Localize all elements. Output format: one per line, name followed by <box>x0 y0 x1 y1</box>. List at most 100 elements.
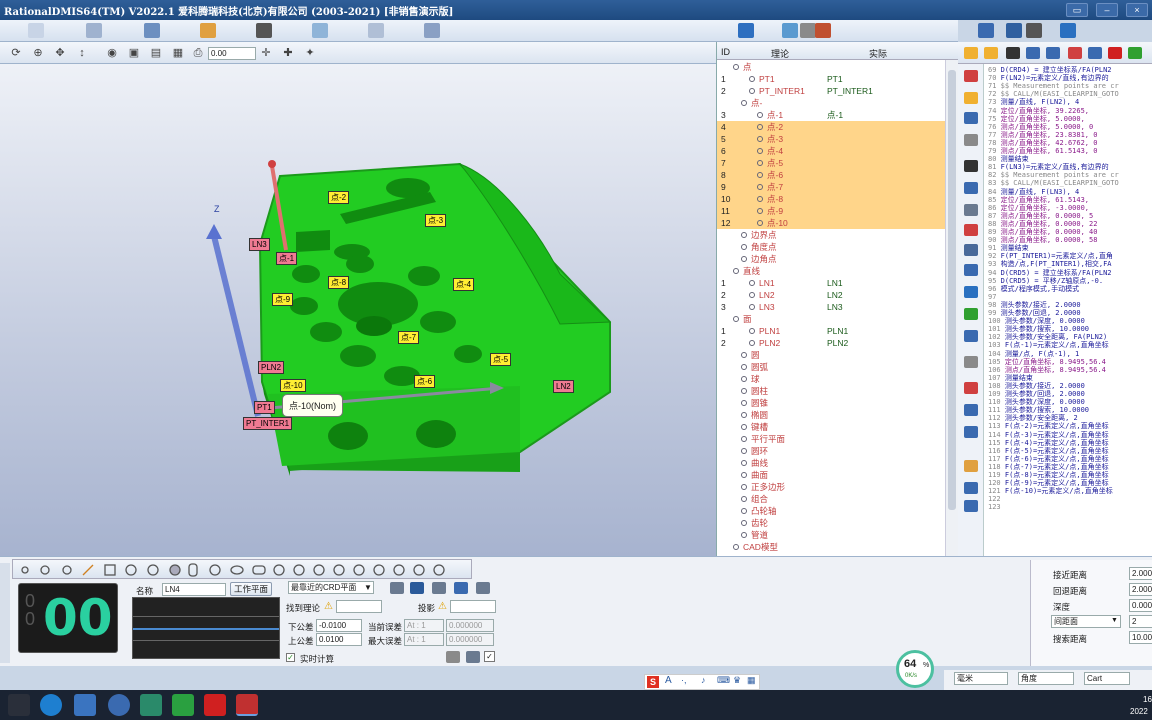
tree-row[interactable]: 8 点-6 <box>717 169 945 181</box>
code-line[interactable]: 91 测量结束 <box>988 244 1152 252</box>
tree-group-row[interactable]: 齿轮 <box>717 517 945 529</box>
coord-select[interactable]: Cart <box>1084 672 1130 685</box>
start-icon[interactable] <box>8 694 30 716</box>
save-icon[interactable] <box>1006 47 1020 59</box>
code-line[interactable]: 78 测点/直角坐标, 42.6762, 0 <box>988 139 1152 147</box>
code-line[interactable]: 100 测头参数/深度, 0.0000 <box>988 317 1152 325</box>
code-line[interactable]: 96 模式/程序模式,手动模式 <box>988 285 1152 293</box>
tree-row[interactable]: 4 点-2 <box>717 121 945 133</box>
point-label-pt1[interactable]: PT1 <box>254 401 275 414</box>
tree-group-row[interactable]: 边界点 <box>717 229 945 241</box>
code-line[interactable]: 90 测点/直角坐标, 0.0000, 58 <box>988 236 1152 244</box>
code-line[interactable]: 79 测点/直角坐标, 61.5143, 0 <box>988 147 1152 155</box>
sogou-icon[interactable]: S <box>647 676 659 688</box>
code-line[interactable]: 97 <box>988 293 1152 301</box>
confirm-checkbox[interactable]: ✓ <box>484 651 495 662</box>
measure-mode-icon[interactable] <box>410 582 424 594</box>
point-label-7[interactable]: 点-7 <box>398 331 420 344</box>
axis-icon[interactable]: ↕ <box>74 45 90 61</box>
line-label-ln3[interactable]: LN3 <box>249 238 270 251</box>
code-line[interactable]: 118 F(点-7)=元素定义/点,直角坐标 <box>988 463 1152 471</box>
angle-select[interactable]: 角度 <box>1018 672 1074 685</box>
print-icon[interactable]: ⎙ <box>190 45 206 61</box>
code-line[interactable]: 121 F(点-10)=元素定义/点,直角坐标 <box>988 487 1152 495</box>
code-line[interactable]: 71 $$ Measurement points are cr <box>988 82 1152 90</box>
code-line[interactable]: 75 定位/直角坐标, 5.0000, <box>988 115 1152 123</box>
browser-icon[interactable] <box>40 694 62 716</box>
code-line[interactable]: 106 测点/直角坐标, 8.9495,56.4 <box>988 366 1152 374</box>
funnel-icon[interactable] <box>800 23 816 38</box>
image-icon[interactable]: ▣ <box>126 45 142 61</box>
depth-input[interactable]: 0.000 <box>1129 599 1152 612</box>
code-line[interactable]: 102 测头参数/安全距离, FA(PLN2) <box>988 333 1152 341</box>
code-line[interactable]: 74 定位/直角坐标, 39.2265, <box>988 107 1152 115</box>
code-lines[interactable]: 69 D(CRD4) = 建立坐标系/FA(PLN2 70 F(LN2)=元素定义… <box>958 66 1152 536</box>
tree-row[interactable]: 12 点-10 <box>717 217 945 229</box>
code-line[interactable]: 88 测点/直角坐标, 0.0000, 22 <box>988 220 1152 228</box>
code-line[interactable]: 80 测量结束 <box>988 155 1152 163</box>
code-line[interactable]: 115 F(点-4)=元素定义/点,直角坐标 <box>988 439 1152 447</box>
tab-program-icon[interactable] <box>1006 23 1022 38</box>
settings-icon[interactable]: ✦ <box>302 45 318 61</box>
code-line[interactable]: 70 F(LN2)=元素定义/直线,有边界的 <box>988 74 1152 82</box>
code-line[interactable]: 104 测量/点, F(点-1), 1 <box>988 350 1152 358</box>
refresh-icon[interactable] <box>454 582 468 594</box>
calc-icon[interactable] <box>466 651 480 663</box>
folder-icon[interactable] <box>984 47 998 59</box>
zoom-icon[interactable]: ⊕ <box>30 45 46 61</box>
tree-group-row[interactable]: 圆弧 <box>717 361 945 373</box>
tree-group-row[interactable]: CAD模型 <box>717 541 945 553</box>
dmis-task-icon[interactable] <box>236 694 258 716</box>
move-icon[interactable]: ✛ <box>258 45 274 61</box>
unit-select[interactable]: 毫米 <box>954 672 1008 685</box>
tree-group-row[interactable]: 曲面 <box>717 469 945 481</box>
point-label-5[interactable]: 点-5 <box>490 353 512 366</box>
tree-group-row[interactable]: 球 <box>717 373 945 385</box>
snapshot-icon[interactable]: ▤ <box>148 45 164 61</box>
code-line[interactable]: 123 <box>988 503 1152 511</box>
tree-row[interactable]: 2 PT_INTER1 PT_INTER1 <box>717 85 945 97</box>
explorer-icon[interactable] <box>74 694 96 716</box>
app-k-icon[interactable] <box>108 694 130 716</box>
code-line[interactable]: 72 $$ CALL/M(EASI_CLEARPIN_GOTO <box>988 90 1152 98</box>
chevron-down-icon[interactable]: ▼ <box>1111 617 1118 624</box>
code-line[interactable]: 89 测点/直角坐标, 0.0000, 40 <box>988 228 1152 236</box>
keyboard-icon[interactable]: ⌨ <box>717 675 730 686</box>
point-label-6[interactable]: 点-6 <box>414 375 436 388</box>
view-icon[interactable] <box>312 23 328 38</box>
feature-type-icons[interactable] <box>13 560 473 580</box>
eye-icon[interactable]: ◉ <box>104 45 120 61</box>
code-line[interactable]: 77 测点/直角坐标, 23.8381, 0 <box>988 131 1152 139</box>
code-line[interactable]: 109 测头参数/回退, 2.0000 <box>988 390 1152 398</box>
code-line[interactable]: 84 测量/直线, F(LN3), 4 <box>988 188 1152 196</box>
search-input[interactable]: 10.00 <box>1129 631 1152 644</box>
plane-label-pln2[interactable]: PLN2 <box>258 361 285 374</box>
point-label-3[interactable]: 点-3 <box>425 214 447 227</box>
tree-group-row[interactable]: 平行平面 <box>717 433 945 445</box>
tree-group-row[interactable]: 点 <box>717 61 945 73</box>
name-input[interactable]: LN4 <box>162 583 226 596</box>
layer-icon[interactable]: ▦ <box>170 45 186 61</box>
tree-group-row[interactable]: 圆柱 <box>717 385 945 397</box>
code-line[interactable]: 107 测量结束 <box>988 374 1152 382</box>
doc-icon[interactable] <box>1088 47 1102 59</box>
tree-group-row[interactable]: 组合 <box>717 493 945 505</box>
code-line[interactable]: 76 测点/直角坐标, 5.0000, 0 <box>988 123 1152 131</box>
code-line[interactable]: 103 F(点-1)=元素定义/点,直角坐标 <box>988 341 1152 349</box>
point-label-4[interactable]: 点-4 <box>453 278 475 291</box>
tree-group-row[interactable]: 圆环 <box>717 445 945 457</box>
realtime-checkbox[interactable]: ✓ <box>286 653 295 662</box>
tree-group-row[interactable]: 管道 <box>717 529 945 541</box>
approach-input[interactable]: 2.000 <box>1129 567 1152 580</box>
clearance-input[interactable]: 2 <box>1129 615 1152 628</box>
code-line[interactable]: 101 测头参数/搜索, 10.0000 <box>988 325 1152 333</box>
filter-icon[interactable] <box>782 23 798 38</box>
display-icon[interactable] <box>368 23 384 38</box>
rotate-icon[interactable]: ⟳ <box>8 45 24 61</box>
code-line[interactable]: 117 F(点-6)=元素定义/点,直角坐标 <box>988 455 1152 463</box>
point-label-9[interactable]: 点-9 <box>272 293 294 306</box>
code-line[interactable]: 110 测头参数/深度, 0.0000 <box>988 398 1152 406</box>
code-line[interactable]: 94 D(CRD5) = 建立坐标系/FA(PLN2 <box>988 269 1152 277</box>
hand-icon[interactable] <box>1068 47 1082 59</box>
open-icon[interactable] <box>964 47 978 59</box>
